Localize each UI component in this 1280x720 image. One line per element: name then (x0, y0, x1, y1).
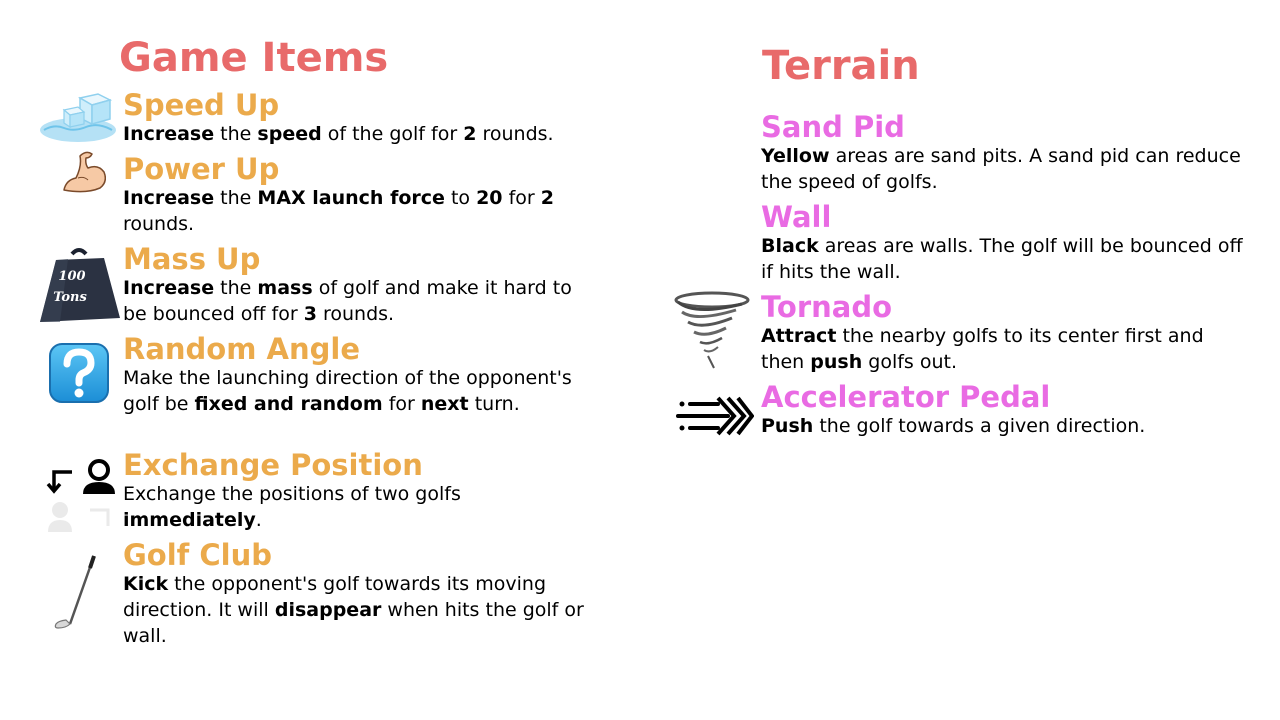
emphasis-text: Attract (761, 325, 837, 347)
item-description: Kick the opponent's golf towards its mov… (123, 573, 584, 647)
item-speed-up: Speed Up Increase the speed of the golf … (123, 89, 593, 147)
terrain-description: Attract the nearby golfs to its center f… (761, 325, 1204, 373)
ice-cube-icon (40, 93, 116, 142)
emphasis-text: Increase (123, 187, 215, 209)
emphasis-text: push (810, 351, 863, 373)
weight-label-number: 100 (58, 269, 85, 284)
terrain-title: Accelerator Pedal (761, 380, 1051, 414)
item-mass-up: Mass Up Increase the mass of golf and ma… (123, 243, 593, 327)
item-title: Speed Up (123, 88, 280, 122)
item-description: Increase the speed of the golf for 2 rou… (123, 123, 554, 145)
terrain-title: Terrain (762, 43, 920, 89)
terrain-title: Wall (761, 200, 832, 234)
emphasis-text: MAX launch force (257, 187, 445, 209)
exchange-person-icon (46, 459, 115, 532)
item-description: Exchange the positions of two golfs imme… (123, 483, 461, 531)
emphasis-text: Black (761, 235, 819, 257)
terrain-title: Tornado (761, 290, 893, 324)
emphasis-text: 20 (476, 187, 503, 209)
emphasis-text: Kick (123, 573, 169, 595)
golf-club-icon (54, 555, 96, 629)
game-items-title: Game Items (119, 35, 389, 81)
emphasis-text: Push (761, 415, 814, 437)
emphasis-text: mass (257, 277, 313, 299)
terrain-accelerator-pedal: Accelerator Pedal Push the golf towards … (761, 381, 1251, 439)
question-mark-icon (49, 343, 109, 403)
emphasis-text: speed (257, 123, 322, 145)
item-title: Random Angle (123, 332, 360, 366)
emphasis-text: 2 (463, 123, 477, 145)
item-title: Exchange Position (123, 448, 423, 482)
item-golf-club: Golf Club Kick the opponent's golf towar… (123, 539, 593, 649)
item-description: Make the launching direction of the oppo… (123, 367, 572, 415)
emphasis-text: Increase (123, 123, 215, 145)
item-power-up: Power Up Increase the MAX launch force t… (123, 153, 593, 237)
weight-label-unit: Tons (53, 290, 87, 305)
item-title: Golf Club (123, 538, 273, 572)
terrain-description: Push the golf towards a given direction. (761, 415, 1146, 437)
emphasis-text: next (420, 393, 469, 415)
emphasis-text: 3 (303, 303, 317, 325)
item-exchange-position: Exchange Position Exchange the positions… (123, 449, 593, 533)
flexed-arm-icon (63, 151, 106, 193)
weight-icon: 100 Tons (40, 248, 120, 322)
item-random-angle: Random Angle Make the launching directio… (123, 333, 593, 417)
emphasis-text: fixed and random (194, 393, 383, 415)
terrain-sand-pid: Sand Pid Yellow areas are sand pits. A s… (761, 111, 1251, 195)
item-description: Increase the mass of golf and make it ha… (123, 277, 572, 325)
item-title: Power Up (123, 152, 280, 186)
speed-arrows-icon (676, 396, 754, 436)
emphasis-text: Increase (123, 277, 215, 299)
emphasis-text: 2 (540, 187, 554, 209)
terrain-wall: Wall Black areas are walls. The golf wil… (761, 201, 1251, 285)
emphasis-text: immediately (123, 509, 256, 531)
terrain-tornado: Tornado Attract the nearby golfs to its … (761, 291, 1251, 375)
terrain-title: Sand Pid (761, 110, 905, 144)
terrain-description: Black areas are walls. The golf will be … (761, 235, 1243, 283)
emphasis-text: disappear (274, 599, 382, 621)
terrain-description: Yellow areas are sand pits. A sand pid c… (761, 145, 1241, 193)
item-title: Mass Up (123, 242, 261, 276)
emphasis-text: Yellow (761, 145, 830, 167)
tornado-icon (674, 291, 750, 369)
item-description: Increase the MAX launch force to 20 for … (123, 187, 554, 235)
